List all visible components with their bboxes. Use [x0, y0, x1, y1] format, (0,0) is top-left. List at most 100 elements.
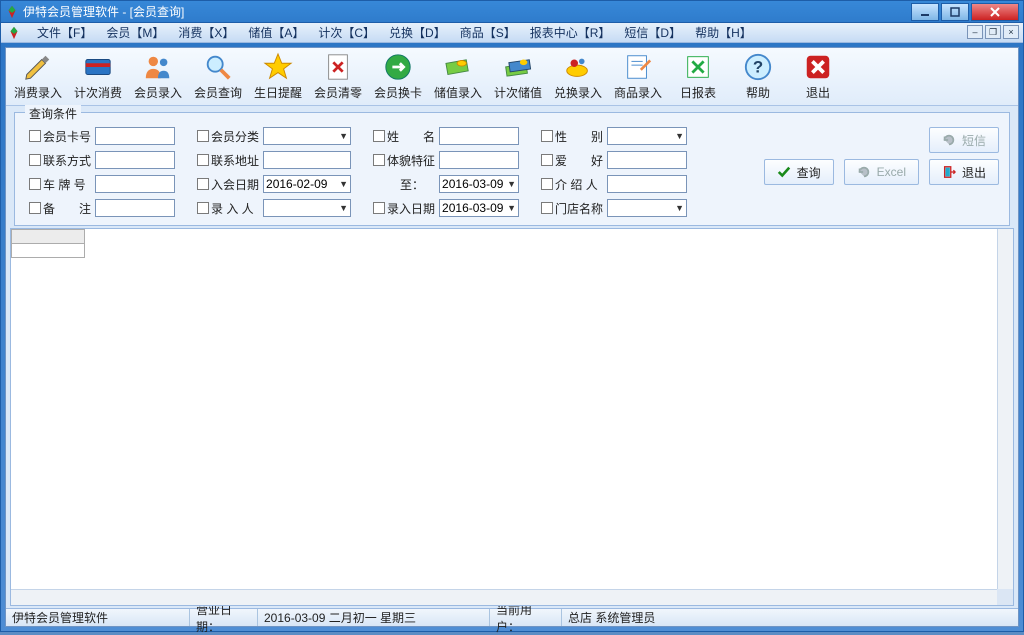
filter-entrydate-label[interactable]: 录入日期: [373, 200, 435, 217]
exit-button[interactable]: 退出: [929, 159, 999, 185]
menubar: 文件【F】 会员【M】 消费【X】 储值【A】 计次【C】 兑换【D】 商品【S…: [1, 23, 1023, 43]
filter-remark-label[interactable]: 备 注: [29, 200, 91, 217]
filter-contact-input[interactable]: [95, 151, 175, 169]
filter-store-select[interactable]: ▼: [607, 199, 687, 217]
filter-referrer-input[interactable]: [607, 175, 687, 193]
checkbox-icon[interactable]: [197, 130, 209, 142]
star-icon: [263, 52, 293, 82]
menu-app-icon: [7, 26, 21, 40]
filter-joindate-to[interactable]: 2016-03-09▼: [439, 175, 519, 193]
filter-gender-label[interactable]: 性 别: [541, 128, 603, 145]
chevron-down-icon: ▼: [339, 203, 348, 213]
checkbox-icon[interactable]: [29, 178, 41, 190]
checkbox-icon[interactable]: [29, 154, 41, 166]
tool-consume-entry[interactable]: 消费录入: [10, 50, 66, 104]
checkbox-icon[interactable]: [373, 154, 385, 166]
filter-hobby-label[interactable]: 爱 好: [541, 152, 603, 169]
query-actions: 短信 查询 Excel 退出: [750, 127, 999, 185]
filter-appearance-label[interactable]: 体貌特征: [373, 152, 435, 169]
checkbox-icon[interactable]: [197, 178, 209, 190]
checkbox-icon[interactable]: [541, 178, 553, 190]
grid-header-cell[interactable]: [12, 230, 85, 244]
excel-button[interactable]: Excel: [844, 159, 919, 185]
close-button[interactable]: [971, 3, 1019, 21]
filter-joindate-label[interactable]: 入会日期: [197, 176, 259, 193]
filter-store-label[interactable]: 门店名称: [541, 200, 603, 217]
tool-member-query[interactable]: 会员查询: [190, 50, 246, 104]
checkbox-icon[interactable]: [29, 130, 41, 142]
filter-address-label[interactable]: 联系地址: [197, 152, 259, 169]
filter-appearance-input[interactable]: [439, 151, 519, 169]
scrollbar-corner: [997, 589, 1013, 605]
filter-joindate-from[interactable]: 2016-02-09▼: [263, 175, 351, 193]
tool-daily-report[interactable]: 日报表: [670, 50, 726, 104]
tool-exit[interactable]: 退出: [790, 50, 846, 104]
sms-button[interactable]: 短信: [929, 127, 999, 153]
client-area: 消费录入 计次消费 会员录入 会员查询 生日提醒 会员清零: [5, 47, 1019, 627]
minimize-button[interactable]: [911, 3, 939, 21]
checkbox-icon[interactable]: [541, 130, 553, 142]
filter-address-input[interactable]: [263, 151, 351, 169]
checkbox-icon[interactable]: [541, 202, 553, 214]
filter-operator-select[interactable]: ▼: [263, 199, 351, 217]
filter-gender-select[interactable]: ▼: [607, 127, 687, 145]
tool-birthday[interactable]: 生日提醒: [250, 50, 306, 104]
filter-remark-input[interactable]: [95, 199, 175, 217]
checkbox-icon[interactable]: [373, 130, 385, 142]
chevron-down-icon: ▼: [675, 203, 684, 213]
statusbar: 伊特会员管理软件 营业日期： 2016-03-09 二月初一 星期三 当前用户：…: [6, 608, 1018, 626]
tool-count-consume[interactable]: 计次消费: [70, 50, 126, 104]
tool-member-entry[interactable]: 会员录入: [130, 50, 186, 104]
filter-category-select[interactable]: ▼: [263, 127, 351, 145]
mdi-minimize[interactable]: –: [967, 25, 983, 39]
filter-name-input[interactable]: [439, 127, 519, 145]
menu-report[interactable]: 报表中心【R】: [530, 24, 611, 41]
filter-name-label[interactable]: 姓 名: [373, 128, 435, 145]
grid-cell[interactable]: [12, 244, 85, 258]
menu-consume[interactable]: 消费【X】: [178, 24, 234, 41]
status-bizdate-label: 营业日期：: [190, 609, 258, 626]
filter-entrydate-select[interactable]: 2016-03-09▼: [439, 199, 519, 217]
status-app: 伊特会员管理软件: [6, 609, 190, 626]
menu-file[interactable]: 文件【F】: [37, 24, 92, 41]
scrollbar-vertical[interactable]: [997, 229, 1013, 589]
filter-plate-label[interactable]: 车 牌 号: [29, 176, 91, 193]
checkbox-icon[interactable]: [197, 202, 209, 214]
menu-sms[interactable]: 短信【D】: [624, 24, 681, 41]
scrollbar-horizontal[interactable]: [11, 589, 997, 605]
tool-member-clear[interactable]: 会员清零: [310, 50, 366, 104]
tool-count-recharge[interactable]: 计次储值: [490, 50, 546, 104]
filter-plate-input[interactable]: [95, 175, 175, 193]
tool-recharge-entry[interactable]: 储值录入: [430, 50, 486, 104]
menu-count[interactable]: 计次【C】: [318, 24, 375, 41]
menu-help[interactable]: 帮助【H】: [695, 24, 752, 41]
menu-recharge[interactable]: 储值【A】: [248, 24, 304, 41]
filter-referrer-label[interactable]: 介 绍 人: [541, 176, 603, 193]
search-icon: [203, 52, 233, 82]
checkbox-icon[interactable]: [197, 154, 209, 166]
mdi-restore[interactable]: ❐: [985, 25, 1001, 39]
pen-icon: [23, 52, 53, 82]
maximize-button[interactable]: [941, 3, 969, 21]
mdi-close[interactable]: ×: [1003, 25, 1019, 39]
filter-grid: 会员卡号 会员分类 ▼ 姓 名 性 别 ▼ 联系方式 联系地址 体貌特征: [29, 127, 687, 217]
checkbox-icon[interactable]: [541, 154, 553, 166]
mdi-controls: – ❐ ×: [967, 25, 1019, 39]
checkbox-icon[interactable]: [373, 202, 385, 214]
filter-category-label[interactable]: 会员分类: [197, 128, 259, 145]
tool-help[interactable]: ? 帮助: [730, 50, 786, 104]
menu-member[interactable]: 会员【M】: [106, 24, 164, 41]
tool-exchange-entry[interactable]: 兑换录入: [550, 50, 606, 104]
checkbox-icon[interactable]: [29, 202, 41, 214]
tool-goods-entry[interactable]: 商品录入: [610, 50, 666, 104]
menu-exchange[interactable]: 兑换【D】: [389, 24, 446, 41]
filter-cardno-label[interactable]: 会员卡号: [29, 128, 91, 145]
tool-member-swap[interactable]: 会员换卡: [370, 50, 426, 104]
filter-operator-label[interactable]: 录 入 人: [197, 200, 259, 217]
refresh-icon: [942, 133, 956, 147]
filter-cardno-input[interactable]: [95, 127, 175, 145]
query-button[interactable]: 查询: [764, 159, 834, 185]
menu-goods[interactable]: 商品【S】: [460, 24, 516, 41]
filter-hobby-input[interactable]: [607, 151, 687, 169]
filter-contact-label[interactable]: 联系方式: [29, 152, 91, 169]
